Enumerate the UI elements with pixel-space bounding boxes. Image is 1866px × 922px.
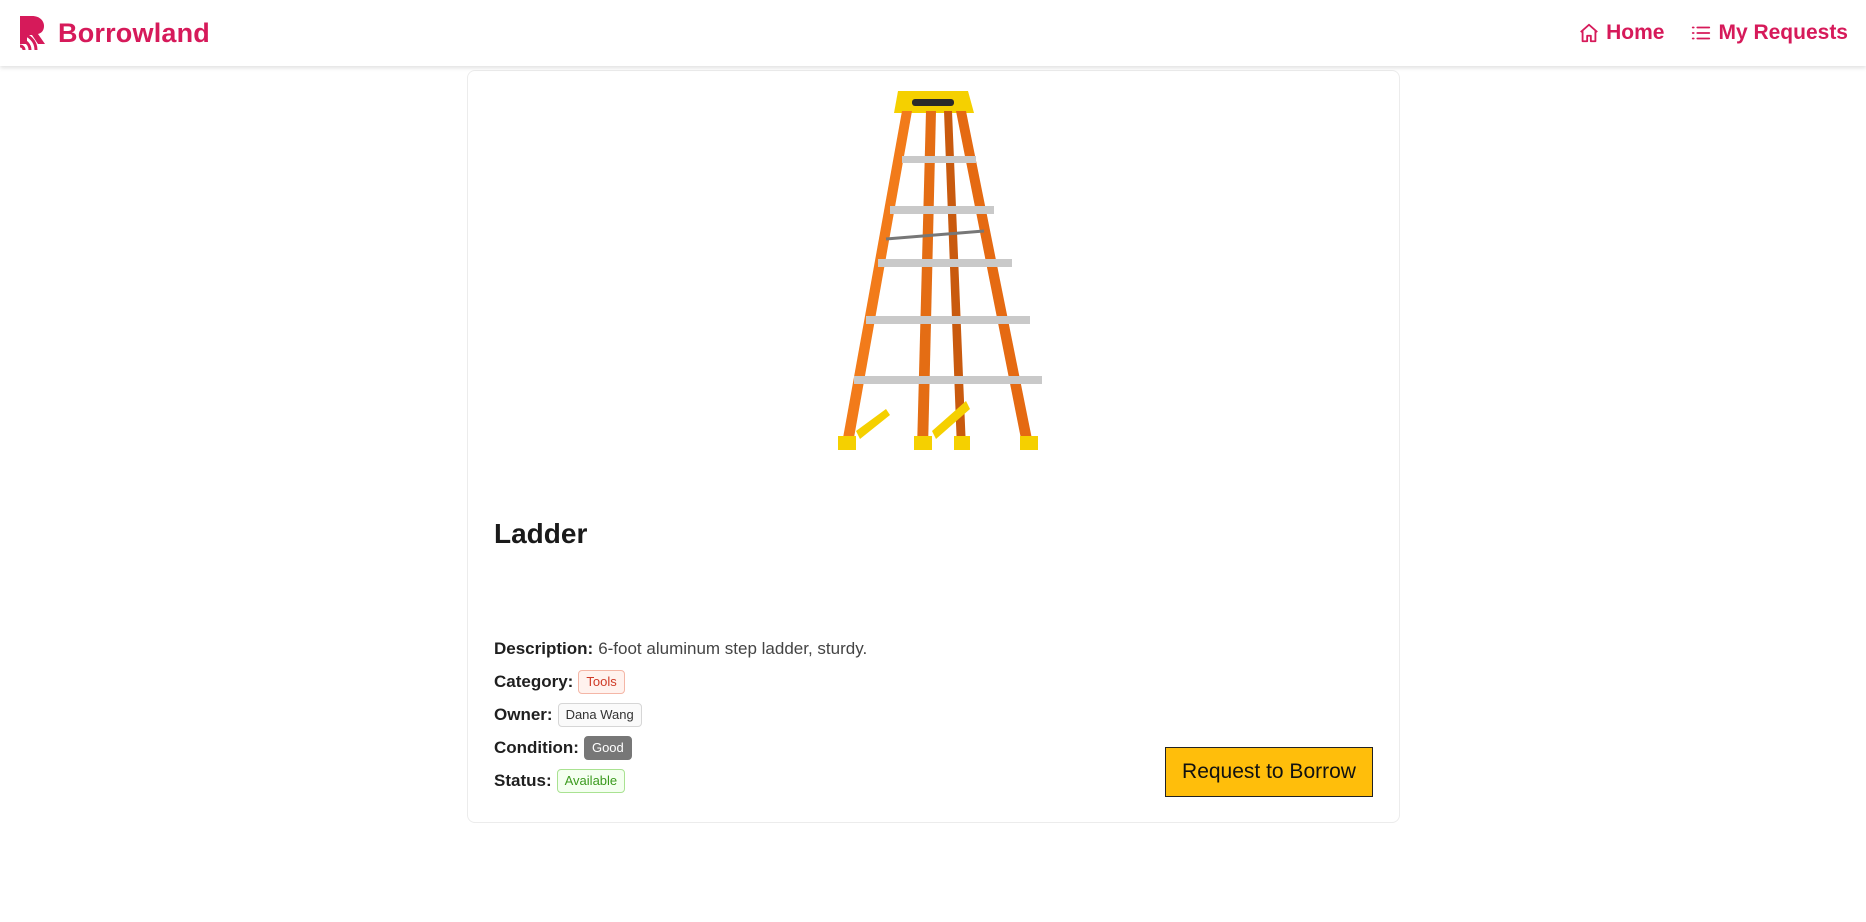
nav-my-requests-link[interactable]: My Requests xyxy=(1690,21,1848,45)
owner-label: Owner: xyxy=(494,705,553,724)
brand-name: Borrowland xyxy=(58,17,211,48)
nav-my-requests-label: My Requests xyxy=(1718,21,1848,44)
status-label: Status: xyxy=(494,771,552,790)
brand-link[interactable]: Borrowland xyxy=(18,14,210,52)
nav-links: Home My Requests xyxy=(1578,21,1848,45)
nav-home-label: Home xyxy=(1606,21,1665,44)
list-icon xyxy=(1692,26,1711,40)
borrowland-logo-icon xyxy=(19,16,45,51)
home-icon xyxy=(1580,23,1598,43)
request-to-borrow-button[interactable]: Request to Borrow xyxy=(1165,747,1373,797)
nav-home-link[interactable]: Home xyxy=(1578,21,1664,45)
category-label: Category: xyxy=(494,672,574,691)
item-title: Ladder xyxy=(494,518,588,549)
item-detail-card: Ladder Description: 6-foot aluminum step… xyxy=(467,70,1400,823)
condition-row: Condition: Good xyxy=(494,736,632,760)
description-value: 6-foot aluminum step ladder, sturdy. xyxy=(598,639,868,658)
condition-badge: Good xyxy=(583,736,632,760)
item-image xyxy=(723,71,1148,471)
top-navbar: Borrowland Home My Requests xyxy=(0,0,1866,66)
step-ladder-image xyxy=(837,91,1042,450)
description-row: Description: 6-foot aluminum step ladder… xyxy=(494,639,867,659)
category-row: Category: Tools xyxy=(494,670,625,694)
owner-row: Owner: Dana Wang xyxy=(494,703,642,727)
category-badge: Tools xyxy=(578,670,625,694)
description-label: Description: xyxy=(494,639,594,658)
owner-badge: Dana Wang xyxy=(557,703,642,727)
condition-label: Condition: xyxy=(494,738,579,757)
status-row: Status: Available xyxy=(494,769,626,793)
status-badge: Available xyxy=(556,769,626,793)
